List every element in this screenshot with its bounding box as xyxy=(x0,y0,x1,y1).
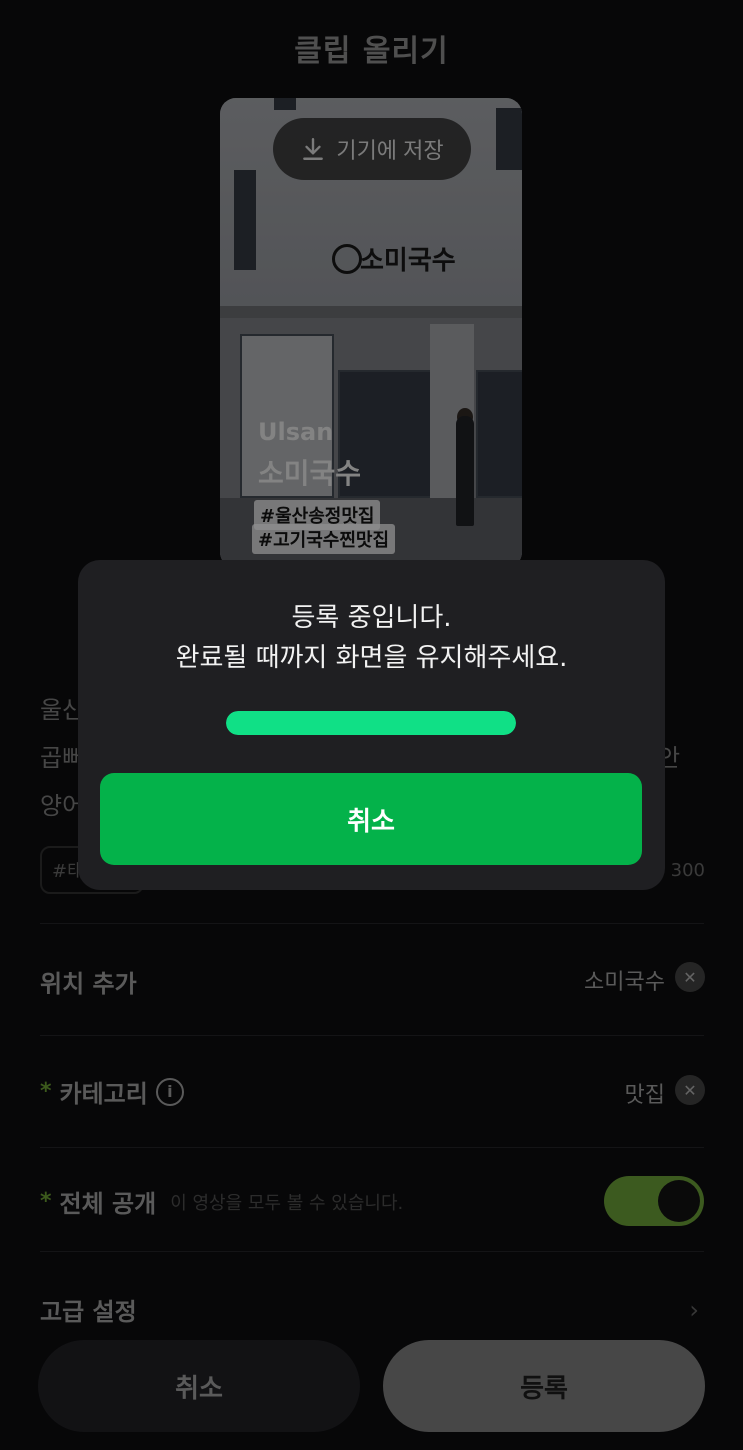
upload-progress-fill xyxy=(226,711,516,735)
upload-progress-bar xyxy=(226,711,516,735)
dialog-message-line1: 등록 중입니다. xyxy=(291,603,452,633)
dialog-message: 등록 중입니다. 완료될 때까지 화면을 유지해주세요. xyxy=(78,598,665,678)
dialog-cancel-button[interactable]: 취소 xyxy=(100,773,642,865)
dialog-message-line2: 완료될 때까지 화면을 유지해주세요. xyxy=(175,643,568,673)
upload-progress-dialog: 등록 중입니다. 완료될 때까지 화면을 유지해주세요. 취소 xyxy=(78,560,665,890)
upload-screen: 클립 올리기 소미국수 기기에 저장 Ulsan 소미국수 #울산송정맛집 #고… xyxy=(0,0,743,1450)
